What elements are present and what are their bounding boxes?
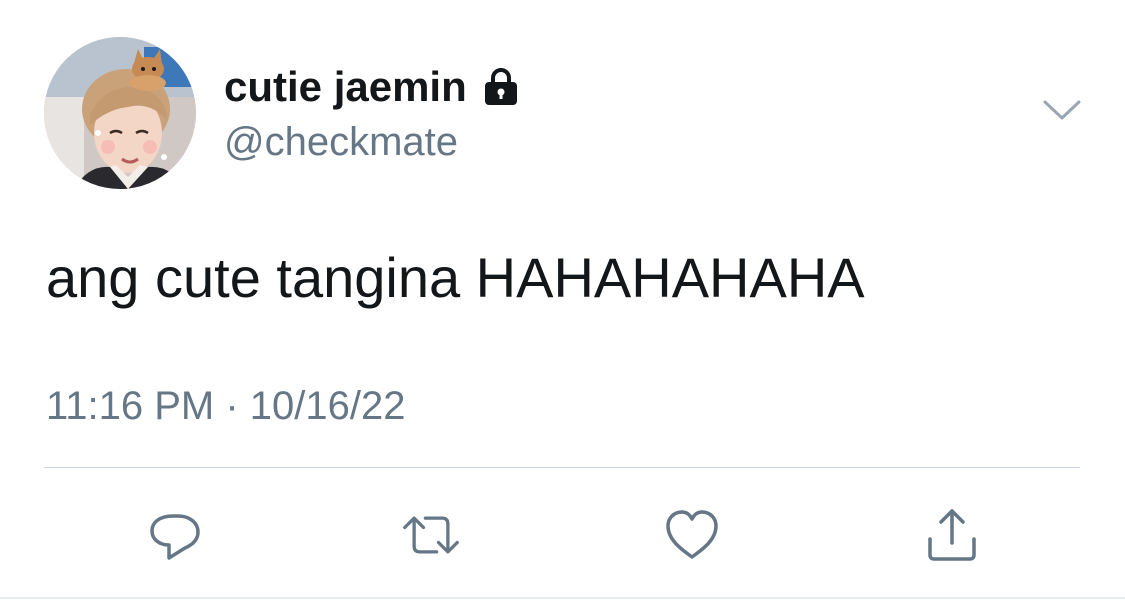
chevron-down-icon[interactable] <box>1040 95 1084 125</box>
display-name-text: cutie jaemin <box>224 63 467 110</box>
avatar-photo <box>44 37 196 189</box>
reply-icon <box>150 514 200 560</box>
retweet-button[interactable] <box>401 505 461 565</box>
divider <box>44 467 1080 468</box>
share-icon <box>928 509 976 561</box>
avatar[interactable] <box>44 37 196 189</box>
user-handle[interactable]: @checkmate <box>224 118 458 166</box>
heart-icon <box>666 510 718 559</box>
display-name[interactable]: cutie jaemin <box>224 62 521 112</box>
lock-icon <box>481 67 521 107</box>
share-button[interactable] <box>922 505 982 565</box>
like-button[interactable] <box>662 505 722 565</box>
tweet-text: ang cute tangina HAHAHAHAHA <box>46 246 865 309</box>
reply-button[interactable] <box>145 505 205 565</box>
retweet-icon <box>403 516 459 554</box>
tweet-timestamp[interactable]: 11:16 PM · 10/16/22 <box>46 382 406 430</box>
bottom-border <box>0 597 1125 599</box>
tweet-card: cutie jaemin @checkmate ang cute tangina… <box>0 0 1125 601</box>
